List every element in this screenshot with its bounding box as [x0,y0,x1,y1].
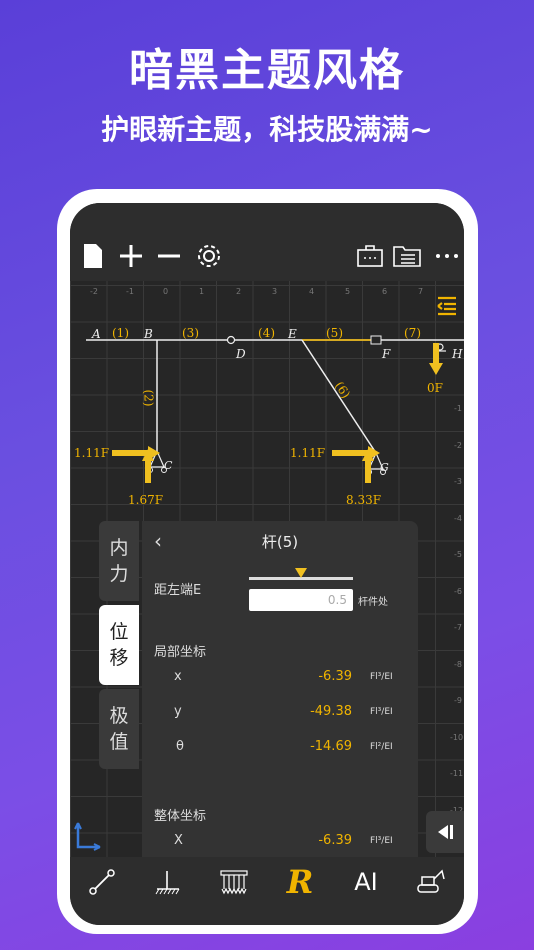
promo-headline: 暗黑主题风格 [129,45,405,96]
load-label: 1.11F [290,446,326,460]
node-label: D [236,347,246,361]
local-x-value: -6.39 [318,669,352,684]
local-coords-header: 局部坐标 [154,645,207,660]
tab-extreme-value-label: 极 值 [109,705,129,753]
member-tool-icon[interactable] [82,865,122,899]
global-x-label: X [174,833,183,848]
tab-extreme-value[interactable]: 极 值 [99,689,139,769]
more-icon[interactable] [432,241,462,271]
ai-tool-button[interactable]: AI [346,865,386,899]
load-label: 8.33F [346,493,382,507]
panel-title: 杆(5) [261,533,299,551]
collapse-panel-button[interactable] [426,811,464,853]
member-label: (2) [141,389,156,407]
node-label: C [164,459,173,472]
distance-unit: 杆件处 [358,597,388,608]
file-icon[interactable] [78,241,108,271]
support-tool-icon[interactable] [148,865,188,899]
top-toolbar [70,203,464,281]
hinge-f [370,335,382,345]
node-label: B [144,327,153,341]
load-label: 1.11F [74,446,110,460]
app-screen: -2 -1 0 1 2 3 4 5 6 7 -1 -2 -3 -4 -5 -6 … [70,203,464,925]
result-tool-button[interactable]: R [280,863,320,901]
node-label: G [380,461,389,474]
tab-displacement-label: 位 移 [109,621,129,669]
promo-subline: 护眼新主题，科技股满满~ [101,113,433,146]
plus-icon[interactable] [116,241,146,271]
minus-icon[interactable] [154,241,184,271]
excavator-icon[interactable] [410,865,450,899]
folder-list-icon[interactable] [392,241,422,271]
gear-icon[interactable] [194,241,224,271]
local-theta-value: -14.69 [310,739,352,754]
local-theta-label: θ [176,739,184,754]
global-coords-header: 整体坐标 [154,809,207,824]
distance-label: 距左端E [154,583,202,598]
tab-displacement[interactable]: 位 移 [99,605,139,685]
load-tool-icon[interactable] [214,865,254,899]
member-label: (7) [404,326,421,340]
local-y-label: y [174,704,182,719]
panel-toggle-icon[interactable] [436,295,458,321]
collapse-left-icon [438,825,453,839]
load-label: 0F [427,381,443,395]
local-x-unit: Fl³/EI [370,672,393,682]
node-label: A [92,327,101,341]
member-label: (1) [112,326,129,340]
result-panel: ‹ 杆(5) 距左端E 0.5 杆件处 局部坐标 x -6.39 Fl³/EI … [142,521,418,857]
local-theta-unit: Fl²/EI [370,742,393,752]
toolbox-icon[interactable] [355,241,385,271]
node-label: H [452,347,463,361]
bottom-toolbar: R AI [70,857,464,925]
node-label: E [288,327,297,341]
local-x-label: x [174,669,182,684]
local-y-value: -49.38 [310,704,352,719]
tab-internal-force-label: 内 力 [109,537,129,585]
global-x-unit: Fl³/EI [370,836,393,846]
axis-icon [74,821,102,855]
member-label: (5) [326,326,343,340]
slider-thumb-icon[interactable] [295,565,307,584]
local-y-unit: Fl³/EI [370,707,393,717]
node-label: F [382,347,391,361]
member-label: (4) [258,326,275,340]
global-x-value: -6.39 [318,833,352,848]
load-label: 1.67F [128,493,164,507]
tab-internal-force[interactable]: 内 力 [99,521,139,601]
member-label: (3) [182,326,199,340]
hinge-d [226,335,236,345]
distance-input[interactable]: 0.5 [249,589,353,611]
